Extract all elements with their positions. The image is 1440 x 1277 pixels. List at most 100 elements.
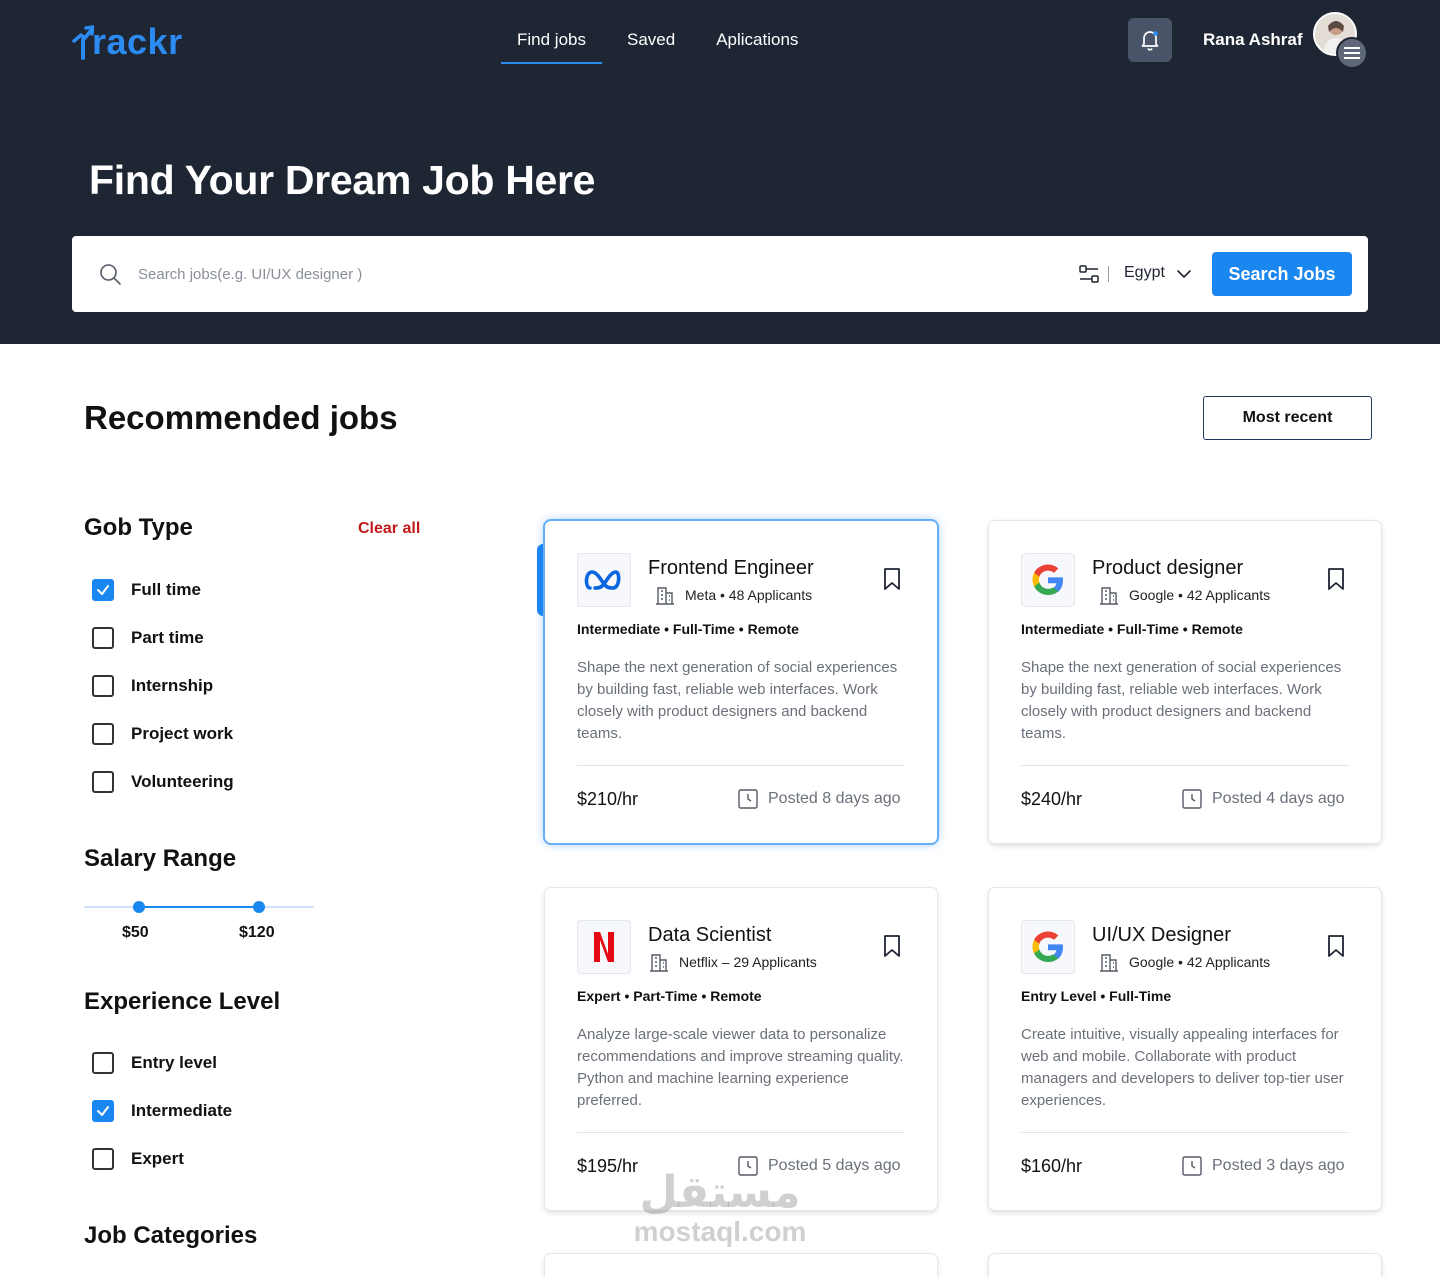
logo-arrow-icon xyxy=(72,25,94,60)
checkbox[interactable] xyxy=(92,1148,114,1170)
checkbox[interactable] xyxy=(92,1052,114,1074)
salary-max-handle[interactable] xyxy=(253,901,265,913)
job-rate: $195/hr xyxy=(577,1156,639,1176)
sort-button[interactable]: Most recent xyxy=(1203,396,1372,440)
job-description: Analyze large-scale viewer data to perso… xyxy=(577,1026,904,1109)
country-select[interactable]: Egypt xyxy=(1124,264,1165,282)
filter-intermediate[interactable]: Intermediate xyxy=(92,1100,232,1122)
nav-find-jobs[interactable]: Find jobs xyxy=(501,18,602,64)
checkbox[interactable] xyxy=(92,627,114,649)
checkbox-checked[interactable] xyxy=(92,1100,114,1122)
job-card-partial[interactable] xyxy=(545,1254,937,1277)
filter-sliders-icon[interactable] xyxy=(1078,263,1100,285)
bookmark-icon[interactable] xyxy=(881,567,903,591)
bell-icon xyxy=(1141,31,1159,51)
job-tags: Expert • Part-Time • Remote xyxy=(577,988,762,1004)
job-card[interactable]: Frontend Engineer Meta • 48 Applicants I… xyxy=(545,521,937,843)
filter-expert[interactable]: Expert xyxy=(92,1148,184,1170)
google-logo-icon xyxy=(1032,564,1063,595)
job-title[interactable]: Data Scientist xyxy=(648,924,771,947)
search-input[interactable] xyxy=(138,258,1018,290)
hero-title: Find Your Dream Job Here xyxy=(89,157,596,203)
bookmark-icon[interactable] xyxy=(1325,934,1347,958)
job-title[interactable]: Product designer xyxy=(1092,557,1243,580)
building-icon xyxy=(650,954,668,972)
search-bar: Egypt Search Jobs xyxy=(72,236,1368,312)
filter-internship[interactable]: Internship xyxy=(92,675,213,697)
job-description: Shape the next generation of social expe… xyxy=(577,659,898,742)
calendar-icon xyxy=(1182,789,1202,809)
checkbox-checked[interactable] xyxy=(92,579,114,601)
checkbox-label: Full time xyxy=(131,580,201,599)
trackr-logo[interactable]: rackr xyxy=(72,20,183,64)
job-card-partial[interactable] xyxy=(989,1254,1381,1277)
chevron-down-icon[interactable] xyxy=(1176,266,1192,282)
bookmark-icon[interactable] xyxy=(1325,567,1347,591)
job-card[interactable]: Data Scientist Netflix – 29 Applicants E… xyxy=(545,888,937,1210)
job-tags: Intermediate • Full-Time • Remote xyxy=(577,621,799,637)
company-logo xyxy=(577,920,631,974)
company-logo xyxy=(1021,553,1075,607)
checkbox-label: Project work xyxy=(131,724,234,743)
salary-min-label: $50 xyxy=(122,924,149,941)
main-nav: Find jobs Saved Aplications xyxy=(501,18,823,64)
logo-text: rackr xyxy=(92,21,183,62)
filter-project-work[interactable]: Project work xyxy=(92,723,233,745)
filter-entry-level[interactable]: Entry level xyxy=(92,1052,217,1074)
nav-applications[interactable]: Aplications xyxy=(700,18,814,64)
checkbox-label: Intermediate xyxy=(131,1101,233,1120)
salary-slider-track[interactable] xyxy=(84,901,314,913)
job-company: Google • 42 Applicants xyxy=(1129,954,1271,970)
checkbox[interactable] xyxy=(92,723,114,745)
salary-min-handle[interactable] xyxy=(133,901,145,913)
job-title[interactable]: Frontend Engineer xyxy=(648,557,814,580)
job-posted-row: Posted 8 days ago xyxy=(737,788,901,810)
job-description: Create intuitive, visually appealing int… xyxy=(1021,1026,1344,1109)
nav-saved[interactable]: Saved xyxy=(611,18,691,64)
job-title[interactable]: UI/UX Designer xyxy=(1092,924,1231,947)
job-description: Shape the next generation of social expe… xyxy=(1021,659,1342,742)
job-company: Meta • 48 Applicants xyxy=(685,587,813,603)
job-card[interactable]: UI/UX Designer Google • 42 Applicants En… xyxy=(989,888,1381,1210)
job-company-row: Meta • 48 Applicants xyxy=(653,583,812,607)
job-posted: Posted 8 days ago xyxy=(768,790,901,807)
card-divider xyxy=(577,1132,905,1133)
job-posted: Posted 4 days ago xyxy=(1212,790,1345,807)
watermark-latin: mostaql.com xyxy=(633,1216,807,1247)
job-card[interactable]: Product designer Google • 42 Applicants … xyxy=(989,521,1381,843)
filter-volunteering[interactable]: Volunteering xyxy=(92,771,234,793)
account-menu-button[interactable] xyxy=(1336,37,1368,69)
mostaql-watermark: مستقل mostaql.com xyxy=(632,1168,808,1252)
filter-part-time[interactable]: Part time xyxy=(92,627,204,649)
checkbox[interactable] xyxy=(92,675,114,697)
bookmark-icon[interactable] xyxy=(881,934,903,958)
checkbox-label: Part time xyxy=(131,628,204,647)
google-logo-icon xyxy=(1032,931,1063,962)
menu-line xyxy=(1344,52,1360,54)
clear-all-link[interactable]: Clear all xyxy=(358,520,420,538)
hero-header: rackr Find jobs Saved Aplications Rana A… xyxy=(0,0,1440,344)
notifications-button[interactable] xyxy=(1128,18,1172,62)
card-divider xyxy=(1021,1132,1349,1133)
building-icon xyxy=(656,587,674,605)
search-jobs-button[interactable]: Search Jobs xyxy=(1212,252,1352,296)
job-rate: $160/hr xyxy=(1021,1156,1083,1176)
checkbox-label: Entry level xyxy=(131,1053,217,1072)
search-icon xyxy=(100,264,121,285)
filter-full-time[interactable]: Full time xyxy=(92,579,201,601)
job-posted: Posted 3 days ago xyxy=(1212,1157,1345,1174)
search-divider xyxy=(1108,266,1109,282)
checkbox[interactable] xyxy=(92,771,114,793)
netflix-logo-icon xyxy=(594,932,614,962)
watermark-arabic: مستقل xyxy=(639,1168,801,1217)
job-posted-row: Posted 4 days ago xyxy=(1181,788,1345,810)
salary-slider-fill xyxy=(139,906,259,908)
checkbox-label: Volunteering xyxy=(131,772,234,791)
job-posted-row: Posted 3 days ago xyxy=(1181,1155,1345,1177)
calendar-icon xyxy=(1182,1156,1202,1176)
job-rate: $210/hr xyxy=(577,789,639,809)
checkbox-label: Internship xyxy=(131,676,214,695)
meta-logo-icon xyxy=(584,570,621,590)
check-icon xyxy=(97,585,109,595)
menu-line xyxy=(1344,57,1360,59)
